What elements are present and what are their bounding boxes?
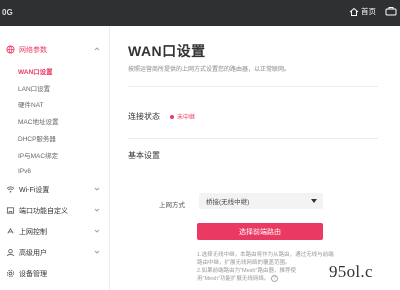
home-icon bbox=[349, 7, 359, 17]
note-line-2-text: 2.如果前端路由为"Mesh"路由器，推荐使用"Mesh"功能扩展无线网络。 bbox=[197, 268, 296, 282]
sidebar-item-advanced-user[interactable]: 高级用户 bbox=[0, 245, 110, 260]
control-icon bbox=[5, 227, 15, 237]
sidebar-subitem-hw-nat[interactable]: 硬件NAT bbox=[18, 97, 44, 110]
question-icon[interactable]: ? bbox=[270, 275, 278, 283]
port-icon bbox=[5, 206, 15, 216]
toolbox-button[interactable] bbox=[385, 6, 400, 18]
caret-down-icon bbox=[311, 199, 317, 203]
top-bar: 0G 首页 bbox=[0, 0, 400, 26]
note-line-2: 2.如果前端路由为"Mesh"路由器，推荐使用"Mesh"功能扩展无线网络。 ? bbox=[197, 267, 322, 283]
toolbox-icon bbox=[385, 3, 397, 21]
sidebar-item-wifi[interactable]: Wi-Fi设置 bbox=[0, 182, 110, 197]
main-content: WAN口设置 按照运营商所提供的上网方式设置您的路由器，以正常联网。 连接状态 … bbox=[111, 26, 400, 290]
divider bbox=[128, 138, 378, 139]
internet-mode-select[interactable]: 桥接(无线中继) bbox=[199, 193, 323, 209]
sidebar-item-label: 高级用户 bbox=[19, 249, 47, 257]
connection-status-label: 连接状态 bbox=[128, 112, 160, 121]
status-text: 未中继 bbox=[177, 115, 196, 121]
note-line-1: 1.选择无线中继，本路由将作为从路由，通过无线与前端路由中继，扩展无线网络的覆盖… bbox=[197, 252, 334, 266]
home-link[interactable]: 首页 bbox=[349, 6, 376, 17]
sidebar: 网络参数 WAN口设置 LAN口设置 硬件NAT MAC地址设置 DHCP服务器… bbox=[0, 26, 110, 290]
divider bbox=[128, 86, 378, 87]
home-label: 首页 bbox=[361, 7, 376, 16]
sidebar-subitem-lan[interactable]: LAN口设置 bbox=[18, 81, 50, 94]
status-badge: 未中继 bbox=[170, 112, 195, 121]
chevron-down-icon bbox=[94, 186, 100, 192]
wifi-icon bbox=[5, 185, 15, 195]
sidebar-subitem-dhcp[interactable]: DHCP服务器 bbox=[18, 131, 56, 144]
sidebar-item-label: 网络参数 bbox=[19, 46, 47, 54]
basic-settings-label: 基本设置 bbox=[128, 151, 160, 160]
sidebar-item-label: 设备管理 bbox=[19, 270, 47, 278]
status-dot bbox=[170, 114, 174, 119]
page-title: WAN口设置 bbox=[128, 43, 206, 59]
sidebar-subitem-ipv6[interactable]: IPv6 bbox=[18, 165, 31, 178]
chevron-down-icon bbox=[94, 228, 100, 234]
globe-icon bbox=[5, 45, 15, 55]
chevron-up-icon bbox=[94, 46, 100, 52]
user-icon bbox=[5, 248, 15, 258]
sidebar-item-port-custom[interactable]: 端口功能自定义 bbox=[0, 203, 110, 218]
sidebar-item-access-control[interactable]: 上网控制 bbox=[0, 224, 110, 239]
sidebar-subitem-wan[interactable]: WAN口设置 bbox=[18, 64, 53, 77]
internet-mode-label: 上网方式 bbox=[159, 202, 185, 209]
chevron-down-icon bbox=[94, 207, 100, 213]
page-description: 按照运营商所提供的上网方式设置您的路由器，以正常联网。 bbox=[128, 67, 291, 73]
sidebar-item-label: Wi-Fi设置 bbox=[19, 186, 50, 194]
gear-icon bbox=[5, 269, 15, 279]
chevron-down-icon bbox=[94, 249, 100, 255]
watermark: 95ol.c bbox=[329, 262, 373, 281]
sidebar-subitem-ip-mac[interactable]: IP与MAC绑定 bbox=[18, 148, 58, 161]
sidebar-subitem-mac[interactable]: MAC地址设置 bbox=[18, 114, 58, 127]
internet-mode-value: 桥接(无线中继) bbox=[206, 199, 250, 206]
brand-text: 0G bbox=[2, 8, 13, 17]
sidebar-item-network-params[interactable]: 网络参数 bbox=[0, 42, 110, 57]
sidebar-item-label: 上网控制 bbox=[19, 228, 47, 236]
sidebar-item-label: 端口功能自定义 bbox=[19, 207, 68, 215]
sidebar-item-device-mgmt[interactable]: 设备管理 bbox=[0, 266, 110, 281]
select-router-button[interactable]: 选择前端路由 bbox=[197, 223, 323, 240]
